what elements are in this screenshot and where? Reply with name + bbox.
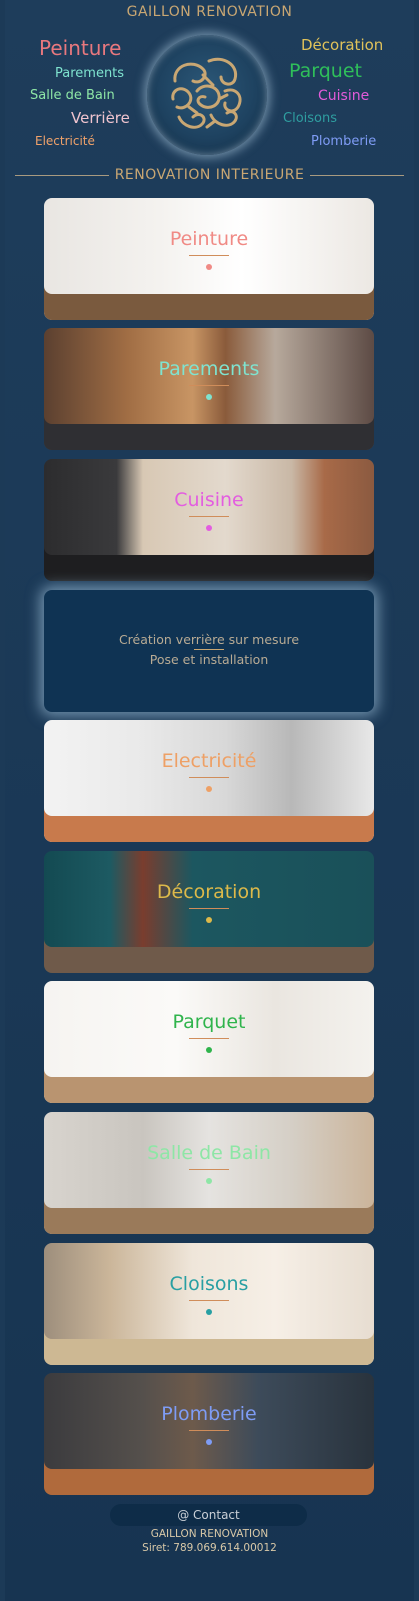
- footer-company: GAILLON RENOVATION: [150, 1528, 269, 1540]
- service-card-salle-de-bain[interactable]: Salle de Bain: [44, 1112, 374, 1234]
- card-underline: [189, 1038, 229, 1039]
- card-dot: [206, 1309, 212, 1315]
- service-link-plomberie[interactable]: Plomberie: [311, 134, 376, 149]
- logo-emblem-icon: [171, 57, 242, 129]
- service-link-cloisons[interactable]: Cloisons: [283, 111, 337, 126]
- verriere-line-1: Création verrière sur mesure: [118, 632, 300, 647]
- card-dot: [206, 394, 212, 400]
- service-card-parements[interactable]: Parements: [44, 328, 374, 450]
- service-link-decoration[interactable]: Décoration: [301, 36, 383, 54]
- service-card-plomberie[interactable]: Plomberie: [44, 1373, 374, 1495]
- service-link-parements[interactable]: Parements: [55, 66, 124, 81]
- card-underline: [189, 1300, 229, 1301]
- card-dot: [206, 1178, 212, 1184]
- service-card-decoration[interactable]: Décoration: [44, 851, 374, 973]
- card-underline: [189, 777, 229, 778]
- card-underline: [189, 516, 229, 517]
- service-card-electricite[interactable]: Electricité: [44, 720, 374, 842]
- card-underline: [189, 908, 229, 909]
- card-underline: [189, 255, 229, 256]
- section-title: RENOVATION INTERIEURE: [114, 167, 305, 183]
- card-underline: [189, 385, 229, 386]
- divider-line: [15, 174, 109, 176]
- divider-line: [310, 174, 405, 176]
- verriere-underline: [194, 649, 224, 650]
- card-dot: [206, 264, 212, 270]
- footer-siret: Siret: 789.069.614.00012: [142, 1542, 277, 1554]
- site-title: GAILLON RENOVATION: [126, 4, 293, 20]
- service-card-cloisons[interactable]: Cloisons: [44, 1243, 374, 1365]
- service-link-parquet[interactable]: Parquet: [289, 60, 362, 82]
- card-label: Parements: [158, 358, 260, 380]
- card-dot: [206, 525, 212, 531]
- service-card-cuisine[interactable]: Cuisine: [44, 459, 374, 581]
- card-dot: [206, 1047, 212, 1053]
- service-link-peinture[interactable]: Peinture: [39, 36, 122, 60]
- card-label: Décoration: [156, 881, 262, 903]
- card-label: Parquet: [172, 1011, 246, 1033]
- verriere-line-2: Pose et installation: [149, 652, 269, 667]
- service-link-electricite[interactable]: Electricité: [35, 134, 95, 148]
- card-underline: [189, 1169, 229, 1170]
- card-dot: [206, 917, 212, 923]
- card-label: Electricité: [161, 750, 257, 772]
- contact-button[interactable]: @ Contact: [110, 1504, 307, 1526]
- section-heading: RENOVATION INTERIEURE: [15, 165, 405, 185]
- card-label: Plomberie: [161, 1403, 257, 1425]
- service-link-salle-de-bain[interactable]: Salle de Bain: [30, 88, 115, 103]
- card-label: Cuisine: [174, 489, 244, 511]
- service-card-verriere[interactable]: Création verrière sur mesure Pose et ins…: [44, 590, 374, 712]
- card-label: Peinture: [169, 228, 249, 250]
- card-label: Salle de Bain: [147, 1142, 271, 1164]
- logo-medallion: [147, 35, 267, 155]
- service-link-cuisine[interactable]: Cuisine: [318, 88, 369, 104]
- card-label: Cloisons: [169, 1273, 249, 1295]
- service-link-verriere[interactable]: Verrière: [71, 109, 130, 127]
- card-dot: [206, 786, 212, 792]
- page: GAILLON RENOVATION Peinture Parements Sa…: [5, 0, 414, 1601]
- card-dot: [206, 1439, 212, 1445]
- card-underline: [189, 1430, 229, 1431]
- service-card-parquet[interactable]: Parquet: [44, 981, 374, 1103]
- service-card-peinture[interactable]: Peinture: [44, 198, 374, 320]
